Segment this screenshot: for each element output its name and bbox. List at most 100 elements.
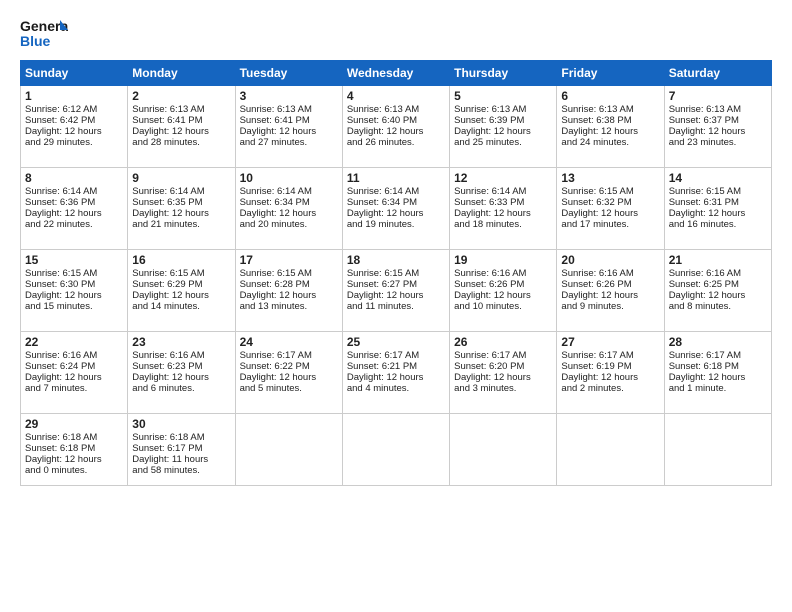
calendar-week-row: 1Sunrise: 6:12 AMSunset: 6:42 PMDaylight… <box>21 86 772 168</box>
day-info-line: Daylight: 12 hours <box>240 126 338 137</box>
day-info-line: Sunrise: 6:13 AM <box>132 104 230 115</box>
day-info-line: Daylight: 12 hours <box>669 126 767 137</box>
day-info-line: Sunset: 6:41 PM <box>132 115 230 126</box>
day-number: 27 <box>561 335 659 349</box>
day-info-line: Sunrise: 6:15 AM <box>347 268 445 279</box>
calendar-cell <box>342 414 449 486</box>
day-info-line: Sunrise: 6:16 AM <box>561 268 659 279</box>
day-info-line: and 25 minutes. <box>454 137 552 148</box>
day-info-line: Sunrise: 6:14 AM <box>454 186 552 197</box>
day-info-line: and 4 minutes. <box>347 383 445 394</box>
day-number: 28 <box>669 335 767 349</box>
day-info-line: Sunset: 6:31 PM <box>669 197 767 208</box>
calendar-cell <box>450 414 557 486</box>
day-number: 30 <box>132 417 230 431</box>
calendar-cell: 22Sunrise: 6:16 AMSunset: 6:24 PMDayligh… <box>21 332 128 414</box>
calendar-cell: 23Sunrise: 6:16 AMSunset: 6:23 PMDayligh… <box>128 332 235 414</box>
day-info-line: Sunset: 6:34 PM <box>347 197 445 208</box>
day-info-line: and 29 minutes. <box>25 137 123 148</box>
day-info-line: Sunset: 6:40 PM <box>347 115 445 126</box>
day-info-line: Daylight: 12 hours <box>347 208 445 219</box>
calendar-cell: 8Sunrise: 6:14 AMSunset: 6:36 PMDaylight… <box>21 168 128 250</box>
day-info-line: Sunrise: 6:17 AM <box>669 350 767 361</box>
day-info-line: Sunrise: 6:13 AM <box>454 104 552 115</box>
day-info-line: Daylight: 12 hours <box>454 290 552 301</box>
day-info-line: Sunrise: 6:15 AM <box>132 268 230 279</box>
day-number: 14 <box>669 171 767 185</box>
calendar-cell: 16Sunrise: 6:15 AMSunset: 6:29 PMDayligh… <box>128 250 235 332</box>
day-number: 20 <box>561 253 659 267</box>
calendar-cell: 29Sunrise: 6:18 AMSunset: 6:18 PMDayligh… <box>21 414 128 486</box>
day-info-line: Sunset: 6:21 PM <box>347 361 445 372</box>
day-number: 19 <box>454 253 552 267</box>
day-number: 9 <box>132 171 230 185</box>
day-info-line: and 0 minutes. <box>25 465 123 476</box>
day-info-line: Sunset: 6:18 PM <box>669 361 767 372</box>
day-info-line: Sunset: 6:26 PM <box>454 279 552 290</box>
calendar-week-row: 29Sunrise: 6:18 AMSunset: 6:18 PMDayligh… <box>21 414 772 486</box>
day-info-line: Sunset: 6:36 PM <box>25 197 123 208</box>
day-info-line: Sunrise: 6:14 AM <box>240 186 338 197</box>
day-info-line: Sunset: 6:23 PM <box>132 361 230 372</box>
calendar-cell: 7Sunrise: 6:13 AMSunset: 6:37 PMDaylight… <box>664 86 771 168</box>
dow-header: Sunday <box>21 61 128 86</box>
day-info-line: and 16 minutes. <box>669 219 767 230</box>
day-number: 4 <box>347 89 445 103</box>
day-info-line: Daylight: 12 hours <box>240 372 338 383</box>
day-number: 16 <box>132 253 230 267</box>
day-info-line: Sunrise: 6:12 AM <box>25 104 123 115</box>
day-number: 22 <box>25 335 123 349</box>
dow-header: Tuesday <box>235 61 342 86</box>
day-number: 13 <box>561 171 659 185</box>
day-info-line: and 10 minutes. <box>454 301 552 312</box>
dow-header: Saturday <box>664 61 771 86</box>
calendar-cell: 21Sunrise: 6:16 AMSunset: 6:25 PMDayligh… <box>664 250 771 332</box>
calendar-cell: 18Sunrise: 6:15 AMSunset: 6:27 PMDayligh… <box>342 250 449 332</box>
day-info-line: Daylight: 12 hours <box>561 290 659 301</box>
calendar-cell <box>235 414 342 486</box>
dow-header: Wednesday <box>342 61 449 86</box>
day-info-line: and 8 minutes. <box>669 301 767 312</box>
day-info-line: Sunrise: 6:14 AM <box>347 186 445 197</box>
day-info-line: Daylight: 12 hours <box>669 208 767 219</box>
calendar-cell: 14Sunrise: 6:15 AMSunset: 6:31 PMDayligh… <box>664 168 771 250</box>
day-number: 3 <box>240 89 338 103</box>
day-info-line: Sunrise: 6:13 AM <box>347 104 445 115</box>
day-number: 7 <box>669 89 767 103</box>
day-info-line: Sunset: 6:27 PM <box>347 279 445 290</box>
day-info-line: Daylight: 12 hours <box>454 372 552 383</box>
days-of-week-row: SundayMondayTuesdayWednesdayThursdayFrid… <box>21 61 772 86</box>
day-info-line: and 58 minutes. <box>132 465 230 476</box>
dow-header: Thursday <box>450 61 557 86</box>
svg-text:Blue: Blue <box>20 33 51 49</box>
day-info-line: and 23 minutes. <box>669 137 767 148</box>
day-info-line: Sunrise: 6:13 AM <box>561 104 659 115</box>
day-number: 18 <box>347 253 445 267</box>
calendar-cell: 28Sunrise: 6:17 AMSunset: 6:18 PMDayligh… <box>664 332 771 414</box>
day-info-line: Sunset: 6:34 PM <box>240 197 338 208</box>
day-info-line: Sunrise: 6:17 AM <box>240 350 338 361</box>
day-info-line: Sunrise: 6:14 AM <box>132 186 230 197</box>
day-number: 23 <box>132 335 230 349</box>
day-info-line: Sunset: 6:33 PM <box>454 197 552 208</box>
day-info-line: Sunrise: 6:13 AM <box>669 104 767 115</box>
day-info-line: and 19 minutes. <box>347 219 445 230</box>
page: General Blue SundayMondayTuesdayWednesda… <box>0 0 792 612</box>
day-info-line: Sunrise: 6:17 AM <box>454 350 552 361</box>
day-info-line: Daylight: 12 hours <box>347 126 445 137</box>
day-number: 11 <box>347 171 445 185</box>
day-info-line: and 11 minutes. <box>347 301 445 312</box>
day-info-line: Sunset: 6:18 PM <box>25 443 123 454</box>
day-info-line: and 27 minutes. <box>240 137 338 148</box>
day-info-line: Daylight: 12 hours <box>561 126 659 137</box>
day-number: 21 <box>669 253 767 267</box>
day-info-line: and 24 minutes. <box>561 137 659 148</box>
calendar-week-row: 8Sunrise: 6:14 AMSunset: 6:36 PMDaylight… <box>21 168 772 250</box>
calendar-cell: 5Sunrise: 6:13 AMSunset: 6:39 PMDaylight… <box>450 86 557 168</box>
day-info-line: and 3 minutes. <box>454 383 552 394</box>
day-info-line: Daylight: 12 hours <box>669 290 767 301</box>
day-info-line: Sunrise: 6:18 AM <box>132 432 230 443</box>
day-number: 15 <box>25 253 123 267</box>
calendar-cell: 26Sunrise: 6:17 AMSunset: 6:20 PMDayligh… <box>450 332 557 414</box>
header: General Blue <box>20 16 772 52</box>
